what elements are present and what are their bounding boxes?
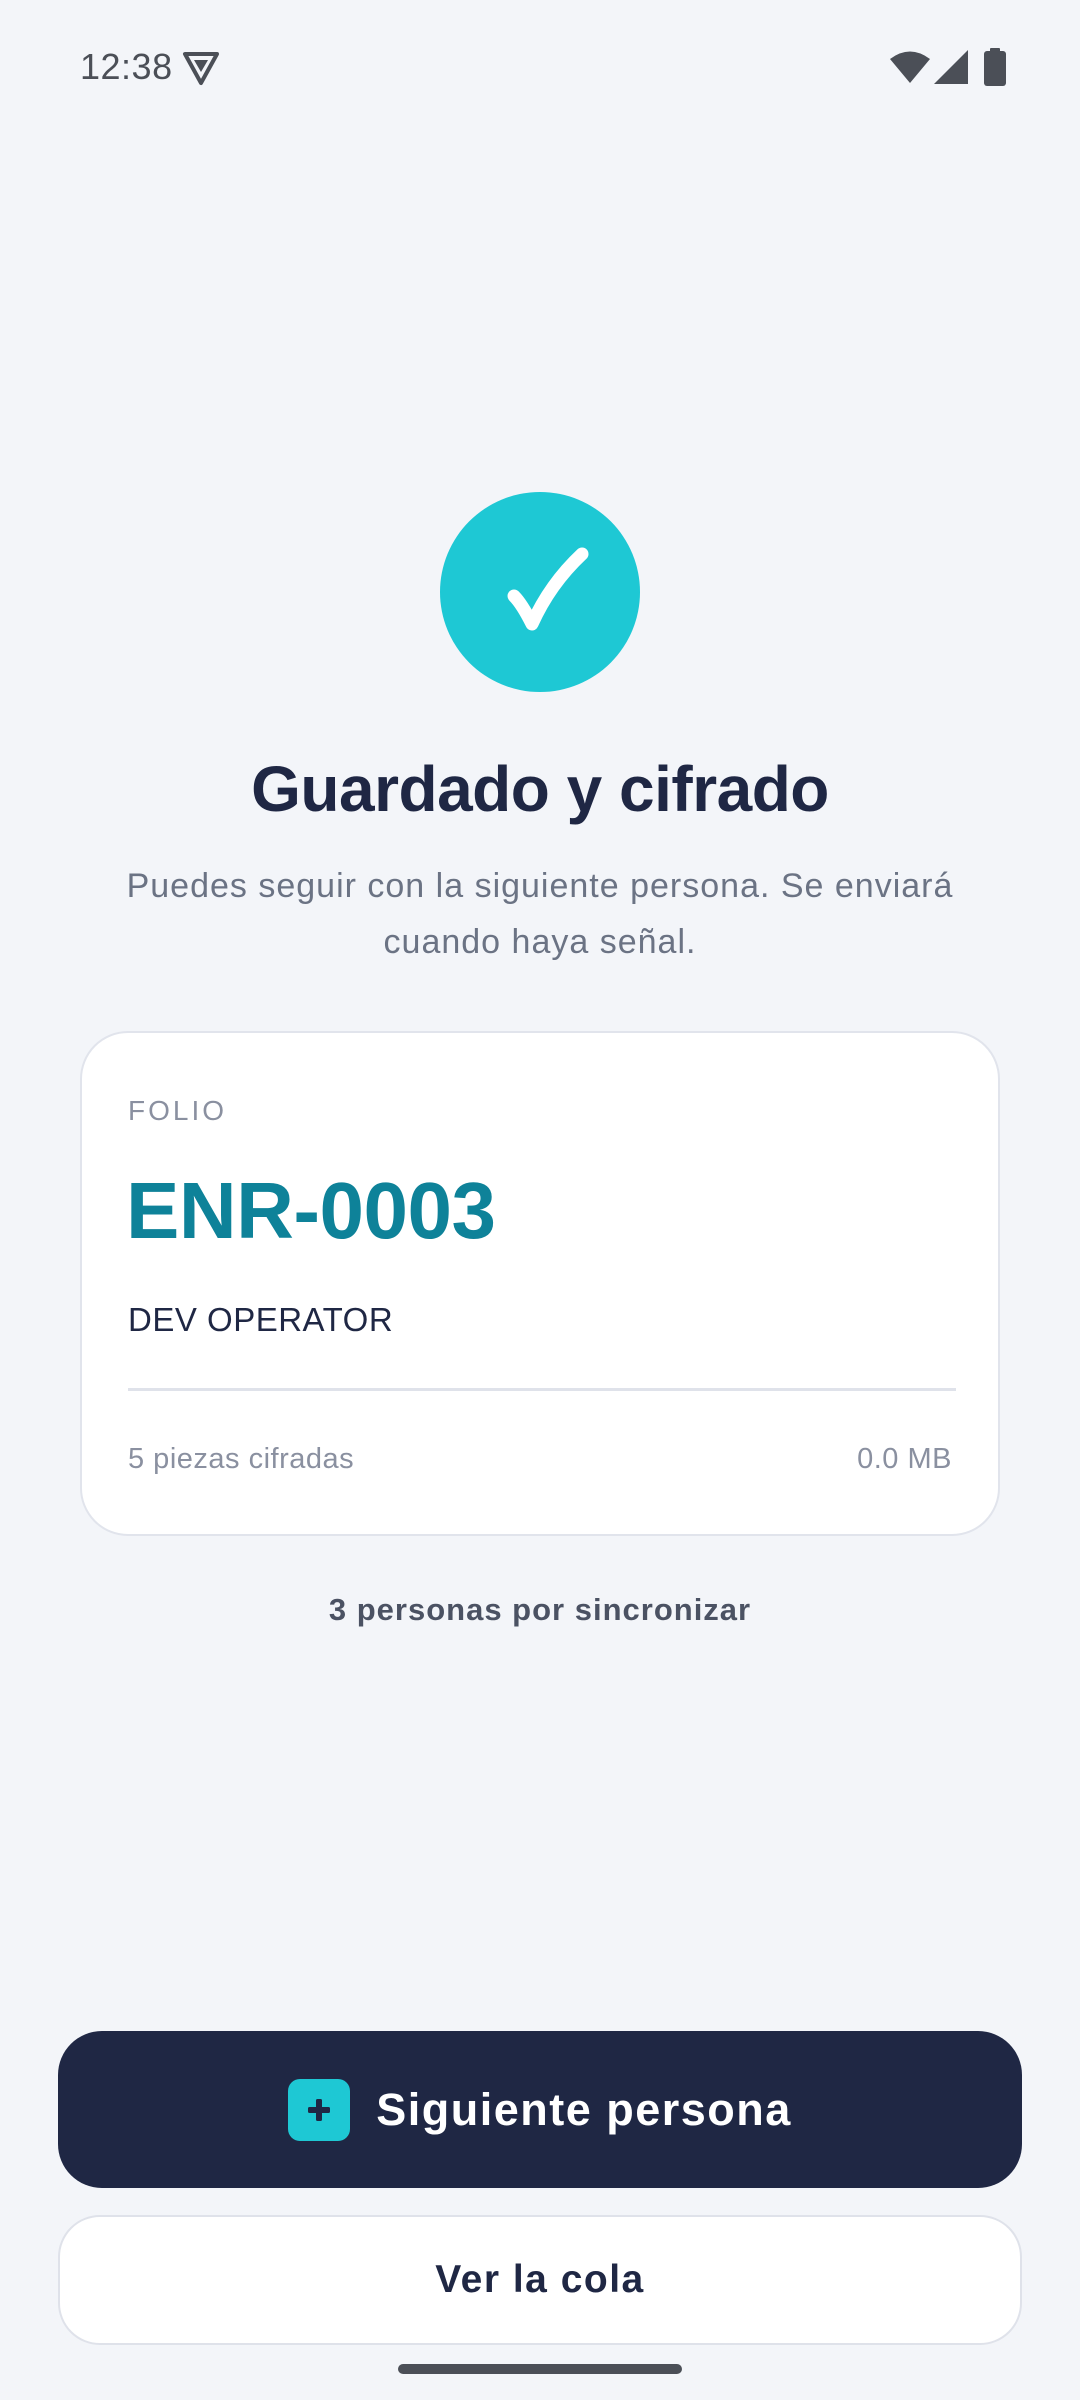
view-queue-button[interactable]: Ver la cola bbox=[58, 2215, 1022, 2345]
folio-label: FOLIO bbox=[128, 1095, 228, 1126]
status-bar: 12:38 bbox=[0, 0, 1080, 130]
vpn-shield-icon bbox=[183, 52, 219, 85]
signal-icon bbox=[934, 50, 968, 84]
plus-icon bbox=[288, 2078, 351, 2141]
card-divider bbox=[128, 1388, 956, 1391]
success-badge bbox=[440, 492, 640, 692]
folio-card: FOLIO ENR-0003 DEV OPERATOR 5 piezas cif… bbox=[80, 1031, 1000, 1536]
wifi-icon bbox=[890, 51, 930, 83]
encrypted-pieces-count: 5 piezas cifradas bbox=[128, 1443, 355, 1475]
page-subtitle: Puedes seguir con la siguiente persona. … bbox=[126, 867, 954, 961]
sync-status: 3 personas por sincronizar bbox=[328, 1592, 752, 1627]
confirmation-screen: 12:38 Guardado y cifrado Puedes seguir c… bbox=[0, 0, 1080, 2400]
folio-id: ENR-0003 bbox=[126, 1166, 496, 1255]
data-size: 0.0 MB bbox=[857, 1443, 952, 1475]
next-person-label: Siguiente persona bbox=[376, 2083, 792, 2135]
battery-icon bbox=[984, 48, 1006, 86]
checkmark-icon bbox=[507, 547, 589, 631]
operator-name: DEV OPERATOR bbox=[128, 1301, 394, 1338]
page-title: Guardado y cifrado bbox=[251, 753, 829, 825]
view-queue-label: Ver la cola bbox=[435, 2258, 645, 2301]
status-time: 12:38 bbox=[80, 46, 173, 87]
next-person-button[interactable]: Siguiente persona bbox=[58, 2031, 1022, 2188]
home-indicator[interactable] bbox=[398, 2364, 682, 2374]
